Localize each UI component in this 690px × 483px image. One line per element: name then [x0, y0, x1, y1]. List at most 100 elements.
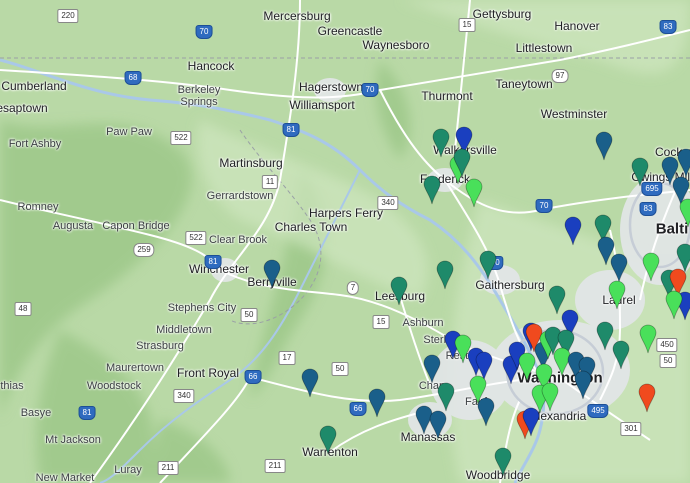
us-route-shield: 15: [372, 315, 390, 329]
map-pin-icon[interactable]: [429, 410, 447, 440]
map-pin-icon[interactable]: [676, 243, 690, 273]
place-label: Thurmont: [421, 89, 473, 103]
map-pin-icon[interactable]: [390, 276, 408, 306]
us-route-shield: 522: [185, 231, 207, 245]
interstate-route-shield: 83: [659, 20, 677, 34]
place-label: Hanover: [554, 19, 600, 33]
interstate-route-shield: 81: [282, 123, 300, 137]
place-label: Middletown: [156, 324, 212, 336]
place-label: Gettysburg: [472, 7, 532, 21]
us-route-shield: 17: [278, 351, 296, 365]
us-route-shield: 220: [57, 9, 79, 23]
us-route-shield: 450: [656, 338, 678, 352]
us-route-shield: 50: [659, 354, 677, 368]
us-route-shield: 522: [170, 131, 192, 145]
place-label: Mercersburg: [263, 9, 331, 23]
place-label: Stephens City: [167, 302, 237, 314]
place-label: Augusta: [52, 220, 94, 232]
place-label: Fort Ashby: [8, 138, 62, 150]
place-label: Springs: [180, 96, 218, 108]
place-label: Romney: [17, 201, 59, 213]
interstate-route-shield: 495: [587, 404, 609, 418]
place-label: Maurertown: [105, 362, 165, 374]
place-label: Gerrardstown: [206, 190, 274, 202]
place-label: Cumberland: [1, 79, 67, 93]
map-pin-icon[interactable]: [608, 280, 626, 310]
map-pin-icon[interactable]: [564, 216, 582, 246]
place-label: Basye: [20, 407, 52, 419]
map-pin-icon[interactable]: [522, 407, 540, 437]
place-label: thias: [0, 380, 24, 392]
map-pin-icon[interactable]: [453, 148, 471, 178]
us-route-shield: 340: [377, 196, 399, 210]
place-label: Waynesboro: [362, 38, 430, 52]
map-canvas[interactable]: Mercersburg Gettysburg Hanover Greencastle W…: [0, 0, 690, 483]
place-label: Gaithersburg: [475, 278, 545, 292]
interstate-route-shield: 70: [361, 83, 379, 97]
place-label: Ashburn: [402, 317, 444, 329]
map-pin-icon[interactable]: [612, 340, 630, 370]
us-route-shield: 50: [240, 308, 258, 322]
place-label: Woodstock: [86, 380, 142, 392]
interstate-route-shield: 68: [124, 71, 142, 85]
us-route-shield: 11: [261, 175, 279, 189]
place-label: Martinsburg: [219, 156, 283, 170]
place-label: Hagerstown: [298, 80, 364, 94]
interstate-route-shield: 70: [535, 199, 553, 213]
us-route-shield: 211: [157, 461, 179, 475]
map-pin-icon[interactable]: [494, 447, 512, 477]
interstate-route-shield: 66: [349, 402, 367, 416]
place-label: esaptown: [0, 101, 48, 115]
interstate-route-shield: 81: [204, 255, 222, 269]
map-pin-icon[interactable]: [677, 148, 690, 178]
map-pin-icon[interactable]: [477, 397, 495, 427]
map-pin-icon[interactable]: [665, 290, 683, 320]
map-pin-icon[interactable]: [479, 250, 497, 280]
us-route-shield: 48: [14, 302, 32, 316]
place-label: Clear Brook: [208, 234, 268, 246]
map-pin-icon[interactable]: [679, 198, 690, 228]
map-pin-icon[interactable]: [301, 368, 319, 398]
place-label: Capon Bridge: [102, 220, 170, 232]
place-label: Mt Jackson: [45, 434, 101, 446]
map-pin-icon[interactable]: [368, 388, 386, 418]
map-pin-icon[interactable]: [595, 131, 613, 161]
map-pin-icon[interactable]: [465, 178, 483, 208]
interstate-route-shield: 81: [78, 406, 96, 420]
place-label: Greencastle: [317, 24, 383, 38]
interstate-route-shield: 66: [244, 370, 262, 384]
map-pin-icon[interactable]: [423, 175, 441, 205]
map-pin-icon[interactable]: [319, 425, 337, 455]
map-pin-icon[interactable]: [437, 382, 455, 412]
map-pin-icon[interactable]: [436, 260, 454, 290]
place-label: Taneytown: [495, 77, 553, 91]
place-label: Strasburg: [136, 340, 184, 352]
place-label: Luray: [114, 464, 142, 476]
interstate-route-shield: 70: [195, 25, 213, 39]
place-label: Hancock: [187, 59, 235, 73]
map-pin-icon[interactable]: [631, 157, 649, 187]
map-pin-icon[interactable]: [263, 259, 281, 289]
us-route-shield: 15: [458, 18, 476, 32]
us-route-shield: 211: [264, 459, 286, 473]
state-route-shield: 259: [133, 243, 155, 257]
place-label: Berkeley: [177, 84, 221, 96]
map-pin-icon[interactable]: [642, 252, 660, 282]
place-label: Harpers Ferry: [308, 206, 384, 220]
place-label: Westminster: [540, 107, 608, 121]
place-label: New Market: [35, 472, 95, 483]
place-label: Charles Town: [274, 220, 348, 234]
state-route-shield: 7: [346, 281, 360, 295]
map-pin-icon[interactable]: [610, 253, 628, 283]
place-label: Paw Paw: [106, 126, 152, 138]
us-route-shield: 301: [620, 422, 642, 436]
map-pin-icon[interactable]: [423, 354, 441, 384]
map-pin-icon[interactable]: [432, 128, 450, 158]
map-pin-icon[interactable]: [541, 382, 559, 412]
map-pin-icon[interactable]: [574, 370, 592, 400]
state-route-shield: 97: [551, 69, 569, 83]
map-pin-icon[interactable]: [639, 324, 657, 354]
map-pin-icon[interactable]: [638, 383, 656, 413]
place-label: Williamsport: [289, 98, 355, 112]
place-label: Littlestown: [515, 41, 573, 55]
